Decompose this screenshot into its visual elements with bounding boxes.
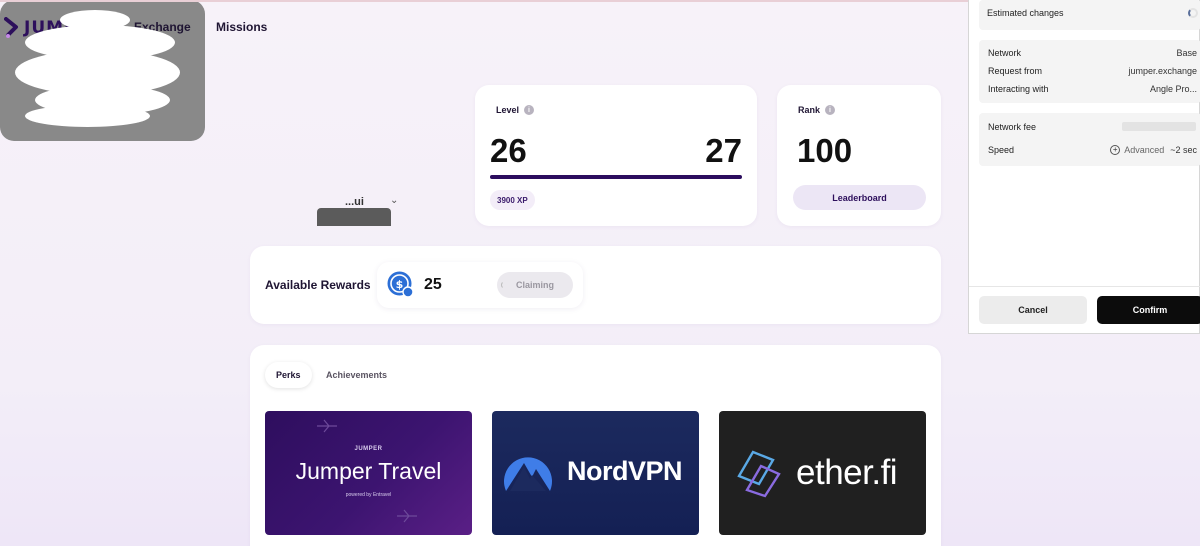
claim-button[interactable]: Claiming	[497, 272, 573, 298]
network-fee-placeholder	[1122, 122, 1196, 131]
level-card: Level i 26 27 3900 XP	[475, 85, 757, 226]
request-from-value: jumper.exchange	[1128, 66, 1197, 76]
jumper-logo-icon	[4, 17, 18, 38]
level-progress-bar	[490, 175, 742, 179]
rewards-card: Available Rewards $ 25 Claiming	[250, 246, 941, 324]
speed-value[interactable]: + Advanced ~2 sec	[1110, 145, 1197, 155]
perk-brand-small: JUMPER	[354, 446, 383, 452]
network-value: Base	[1176, 48, 1197, 58]
rank-label: Rank i	[798, 105, 836, 115]
etherfi-logo-icon	[737, 450, 781, 498]
next-level: 27	[705, 132, 742, 169]
chevron-down-icon[interactable]: ⌄	[390, 195, 398, 206]
network-label: Network	[988, 48, 1022, 58]
perk-subtitle: powered by Entravel	[345, 492, 392, 498]
divider	[969, 286, 1200, 287]
rank-card: Rank i 100 Leaderboard	[777, 85, 941, 226]
rank-value: 100	[797, 132, 853, 169]
perks-card: Perks Achievements JUMPER Jumper Travel …	[250, 345, 941, 546]
interacting-with-value[interactable]: Angle Pro...	[1150, 84, 1197, 94]
info-icon[interactable]: i	[524, 105, 535, 115]
wallet-confirm-panel: Estimated changes Network Base Request f…	[968, 0, 1200, 334]
perk-title: Jumper Travel	[295, 458, 442, 484]
fee-box: Network fee Speed + Advanced ~2 sec	[979, 113, 1200, 166]
loading-spinner-icon	[501, 281, 509, 289]
request-from-label: Request from	[988, 66, 1043, 76]
rewards-title: Available Rewards	[265, 278, 371, 292]
reward-amount: 25	[424, 276, 442, 293]
perk-card-etherfi[interactable]: ether.fi	[719, 411, 926, 535]
airplane-icon	[317, 419, 337, 433]
speed-time: ~2 sec	[1170, 145, 1197, 155]
nav-missions[interactable]: Missions	[216, 20, 267, 34]
claim-label: Claiming	[515, 280, 554, 290]
perk-card-nordvpn[interactable]: NordVPN	[492, 411, 699, 535]
perk-card-jumper-travel[interactable]: JUMPER Jumper Travel powered by Entravel	[265, 411, 472, 535]
speed-settings-icon: +	[1110, 145, 1121, 155]
confirm-button[interactable]: Confirm	[1097, 296, 1200, 324]
info-icon[interactable]: i	[825, 105, 836, 115]
network-fee-label: Network fee	[988, 122, 1037, 132]
tab-perks[interactable]: Perks	[265, 362, 312, 388]
perk-title: ether.fi	[796, 453, 898, 492]
perk-title: NordVPN	[567, 456, 683, 486]
svg-text:$: $	[396, 278, 404, 291]
estimated-changes-box: Estimated changes	[979, 0, 1200, 30]
tab-achievements[interactable]: Achievements	[315, 362, 398, 388]
rank-label-text: Rank	[798, 105, 821, 115]
interacting-with-label: Interacting with	[988, 84, 1049, 94]
estimated-changes-label: Estimated changes	[987, 8, 1064, 18]
airplane-icon	[397, 509, 417, 523]
leaderboard-button[interactable]: Leaderboard	[793, 185, 926, 210]
current-level: 26	[490, 132, 527, 169]
coin-icon: $	[387, 271, 414, 298]
loading-spinner-icon	[1188, 8, 1198, 18]
nordvpn-logo-icon	[504, 457, 552, 491]
level-label-text: Level	[496, 105, 520, 115]
level-label: Level i	[496, 105, 535, 115]
avatar	[317, 208, 391, 226]
redaction-blob	[25, 105, 150, 127]
rewards-panel: $ 25 Claiming	[377, 262, 583, 308]
xp-badge: 3900 XP	[490, 190, 535, 210]
request-details-box: Network Base Request from jumper.exchang…	[979, 40, 1200, 103]
cancel-button[interactable]: Cancel	[979, 296, 1087, 324]
profile-name: ...ui	[345, 196, 364, 208]
speed-label: Speed	[988, 145, 1015, 155]
speed-mode: Advanced	[1124, 145, 1165, 155]
